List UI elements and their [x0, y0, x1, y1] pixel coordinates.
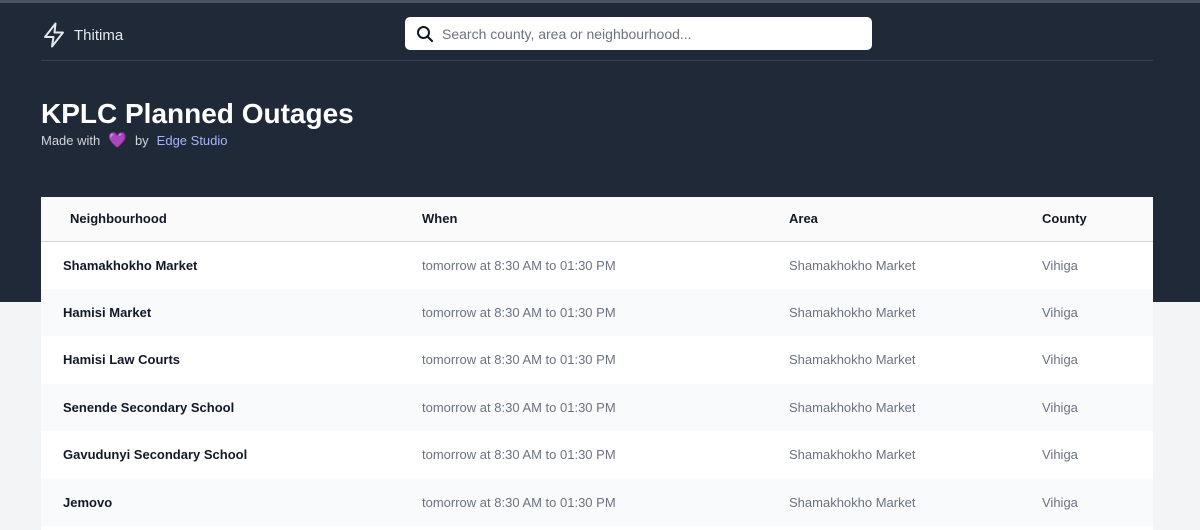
cell-area: Shamakhokho Market [789, 352, 916, 368]
column-header-neighbourhood: Neighbourhood [70, 211, 167, 227]
cell-county: Vihiga [1042, 399, 1078, 415]
cell-county: Vihiga [1042, 494, 1078, 510]
cell-when: tomorrow at 8:30 AM to 01:30 PM [422, 304, 616, 320]
cell-when: tomorrow at 8:30 AM to 01:30 PM [422, 494, 616, 510]
table-row[interactable]: Shamakhokho Market tomorrow at 8:30 AM t… [41, 241, 1153, 289]
edge-studio-link[interactable]: Edge Studio [157, 132, 228, 150]
by-text: by [134, 133, 149, 148]
lightning-bolt-icon [42, 22, 66, 48]
cell-when: tomorrow at 8:30 AM to 01:30 PM [422, 399, 616, 415]
table-header-row: Neighbourhood When Area County [41, 197, 1153, 241]
heart-icon: 💜 [108, 132, 127, 149]
cell-when: tomorrow at 8:30 AM to 01:30 PM [422, 447, 616, 463]
cell-neighbourhood: Gavudunyi Secondary School [63, 447, 248, 463]
search-icon [416, 25, 434, 43]
table-row[interactable]: Senende Secondary School tomorrow at 8:3… [41, 383, 1153, 431]
cell-neighbourhood: Hamisi Law Courts [63, 352, 181, 368]
cell-neighbourhood: Hamisi Market [63, 304, 152, 320]
cell-area: Shamakhokho Market [789, 257, 916, 273]
cell-area: Shamakhokho Market [789, 494, 916, 510]
cell-neighbourhood: Senende Secondary School [63, 399, 235, 415]
outages-table: Neighbourhood When Area County Shamakhok… [41, 197, 1153, 526]
cell-neighbourhood: Shamakhokho Market [63, 257, 198, 273]
table-row[interactable]: Hamisi Market tomorrow at 8:30 AM to 01:… [41, 288, 1153, 336]
cell-county: Vihiga [1042, 304, 1078, 320]
cell-county: Vihiga [1042, 352, 1078, 368]
cell-area: Shamakhokho Market [789, 447, 916, 463]
table-row[interactable]: Hamisi Law Courts tomorrow at 8:30 AM to… [41, 336, 1153, 384]
credits-byline: Made with 💜 by Edge Studio [41, 132, 228, 150]
search-input[interactable] [442, 25, 842, 42]
brand[interactable]: Thitima [42, 22, 123, 48]
search-box[interactable] [405, 17, 872, 50]
column-header-area: Area [789, 211, 818, 227]
table-row[interactable]: Gavudunyi Secondary School tomorrow at 8… [41, 431, 1153, 479]
brand-name: Thitima [74, 26, 124, 44]
cell-neighbourhood: Jemovo [63, 494, 113, 510]
outages-table-card: Neighbourhood When Area County Shamakhok… [41, 197, 1153, 530]
column-header-county: County [1042, 211, 1087, 227]
header-divider [41, 60, 1153, 61]
cell-when: tomorrow at 8:30 AM to 01:30 PM [422, 257, 616, 273]
page-title: KPLC Planned Outages [41, 98, 354, 129]
cell-county: Vihiga [1042, 447, 1078, 463]
column-header-when: When [422, 211, 458, 227]
cell-when: tomorrow at 8:30 AM to 01:30 PM [422, 352, 616, 368]
made-with-text: Made with [41, 133, 101, 148]
cell-county: Vihiga [1042, 257, 1078, 273]
cell-area: Shamakhokho Market [789, 399, 916, 415]
cell-area: Shamakhokho Market [789, 304, 916, 320]
table-row[interactable]: Jemovo tomorrow at 8:30 AM to 01:30 PM S… [41, 478, 1153, 526]
